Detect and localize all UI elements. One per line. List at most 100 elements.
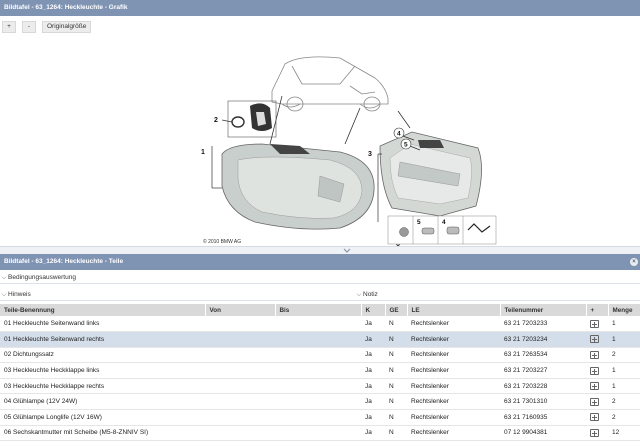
cell-partnumber: 63 21 7263534 <box>500 347 586 364</box>
cell-from <box>205 393 275 411</box>
cell-to <box>275 347 361 364</box>
cell-k: Ja <box>361 378 385 395</box>
cell-add <box>586 393 608 411</box>
add-to-cart-icon[interactable] <box>590 366 599 375</box>
cell-from <box>205 425 275 442</box>
cell-k: Ja <box>361 362 385 379</box>
cell-partnumber: 63 21 7203227 <box>500 362 586 379</box>
cell-from <box>205 378 275 395</box>
cell-name: 03 Heckleuchte Heckklappe rechts <box>0 378 205 395</box>
table-row[interactable]: 06 Sechskantmutter mit Scheibe (M5-8-ZNN… <box>0 425 640 442</box>
col-header-to[interactable]: Bis <box>275 304 362 316</box>
chevron-down-icon: ⌵ <box>1 290 7 298</box>
cell-from <box>205 347 275 364</box>
cell-le: Rechtslenker <box>407 362 500 379</box>
hint-section-label: Hinweis <box>8 290 31 298</box>
col-header-k[interactable]: K <box>361 304 386 316</box>
cell-to <box>275 331 361 348</box>
cell-name: 06 Sechskantmutter mit Scheibe (M5-8-ZNN… <box>0 425 205 442</box>
cell-name: 03 Heckleuchte Heckklappe links <box>0 362 205 379</box>
cell-partnumber: 63 21 7203233 <box>500 316 586 333</box>
gasket-illustration <box>227 100 277 138</box>
add-to-cart-icon[interactable] <box>590 428 599 437</box>
cell-to <box>275 425 361 442</box>
col-header-ge[interactable]: GE <box>385 304 408 316</box>
table-row[interactable]: 01 Heckleuchte Seitenwand rechts Ja N Recht… <box>0 331 640 348</box>
table-row[interactable]: 03 Heckleuchte Heckklappe rechts Ja N Recht… <box>0 378 640 395</box>
label-5-box: 5 <box>417 219 421 226</box>
cell-ge: N <box>385 362 407 379</box>
cell-qty: 1 <box>608 331 640 348</box>
cell-to <box>275 378 361 395</box>
label-3: 3 <box>368 151 372 158</box>
cell-ge: N <box>385 347 407 364</box>
cell-add <box>586 331 608 348</box>
cell-add <box>586 362 608 379</box>
cell-name: 01 Heckleuchte Seitenwand links <box>0 316 205 333</box>
cell-k: Ja <box>361 425 385 442</box>
parts-table-body: 01 Heckleuchte Seitenwand links Ja N Rechts… <box>0 316 640 442</box>
cell-qty: 1 <box>608 362 640 379</box>
table-row[interactable]: 03 Heckleuchte Heckklappe links Ja N Rechts… <box>0 362 640 379</box>
hint-section-toggle[interactable]: ⌵ Hinweis <box>0 289 355 301</box>
table-row[interactable]: 04 Glühlampe (12V 24W) Ja N Rechtslenker 63 … <box>0 393 640 411</box>
label-4-box: 4 <box>442 219 446 226</box>
label-1: 1 <box>201 149 205 156</box>
table-row[interactable]: 01 Heckleuchte Seitenwand links Ja N Rechts… <box>0 316 640 333</box>
cell-le: Rechtslenker <box>407 409 500 426</box>
cell-le: Rechtslenker <box>407 425 500 442</box>
chevron-down-icon[interactable] <box>343 248 351 253</box>
cell-qty: 2 <box>608 347 640 364</box>
parts-diagram[interactable]: 1 2 3 6 4 5 5 4 © 2010 BMW AG 231443 <box>0 36 640 251</box>
cell-add <box>586 409 608 426</box>
cell-le: Rechtslenker <box>407 378 500 395</box>
chevron-down-icon: ⌵ <box>356 290 362 298</box>
add-to-cart-icon[interactable] <box>590 382 599 391</box>
cell-to <box>275 393 361 411</box>
conditions-section-toggle[interactable]: ⌵ Bedingungsauswertung <box>0 272 640 284</box>
cell-add <box>586 316 608 333</box>
cell-le: Rechtslenker <box>407 347 500 364</box>
parts-table: Teile-Benennung Von Bis K GE LE Teilenum… <box>0 304 640 442</box>
col-header-partnumber[interactable]: Teilenummer <box>500 304 587 316</box>
col-header-le[interactable]: LE <box>407 304 501 316</box>
cell-qty: 1 <box>608 378 640 395</box>
cell-partnumber: 63 21 7203234 <box>500 331 586 348</box>
graphic-toolbar: + - Originalgröße <box>0 21 92 35</box>
original-size-button[interactable]: Originalgröße <box>42 21 92 33</box>
cell-ge: N <box>385 409 407 426</box>
zoom-in-button[interactable]: + <box>2 21 16 33</box>
add-to-cart-icon[interactable] <box>590 335 599 344</box>
cell-partnumber: 63 21 7160935 <box>500 409 586 426</box>
parts-panel-title: Bildtafel - 63_1264: Heckleuchte - Teile… <box>0 254 640 270</box>
copyright-text: © 2010 BMW AG <box>203 238 241 245</box>
note-section-toggle[interactable]: ⌵ Notiz <box>355 289 640 301</box>
cell-k: Ja <box>361 316 385 333</box>
conditions-section-label: Bedingungsauswertung <box>8 273 76 281</box>
tailgate-lamp-illustration <box>379 131 482 217</box>
cell-from <box>205 316 275 333</box>
cell-qty: 12 <box>608 425 640 442</box>
cell-name: 01 Heckleuchte Seitenwand rechts <box>0 331 205 348</box>
cell-to <box>275 409 361 426</box>
col-header-add[interactable]: + <box>586 304 609 316</box>
label-4: 5 <box>404 142 408 149</box>
col-header-qty[interactable]: Menge <box>608 304 640 316</box>
add-to-cart-icon[interactable] <box>590 350 599 359</box>
table-row[interactable]: 02 Dichtungssatz Ja N Rechtslenker 63 21 726… <box>0 347 640 364</box>
graphic-panel-title: Bildtafel - 63_1264: Heckleuchte - Grafi… <box>0 0 640 16</box>
cell-ge: N <box>385 425 407 442</box>
add-to-cart-icon[interactable] <box>590 319 599 328</box>
col-header-from[interactable]: Von <box>205 304 276 316</box>
add-to-cart-icon[interactable] <box>590 397 599 406</box>
panel-splitter[interactable] <box>0 246 640 254</box>
cell-partnumber: 07 12 9904381 <box>500 425 586 442</box>
cell-partnumber: 63 21 7203228 <box>500 378 586 395</box>
cell-add <box>586 378 608 395</box>
table-row[interactable]: 05 Glühlampe Longlife (12V 16W) Ja N Rechts… <box>0 409 640 426</box>
cell-add <box>586 425 608 442</box>
add-to-cart-icon[interactable] <box>590 413 599 422</box>
zoom-out-button[interactable]: - <box>22 21 36 33</box>
col-header-name[interactable]: Teile-Benennung <box>0 304 206 316</box>
close-icon[interactable]: × <box>630 258 638 266</box>
